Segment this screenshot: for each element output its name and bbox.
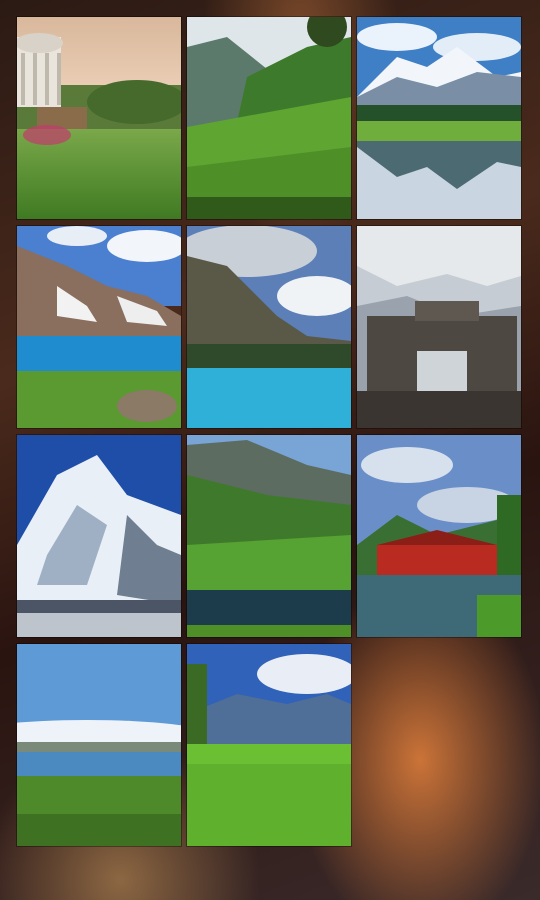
photo-tile-stone-gate-snow[interactable]	[357, 226, 521, 428]
photo-red-pagoda-lake	[357, 435, 521, 637]
photo-green-meadow-mountains	[187, 644, 351, 846]
photo-tile-red-pagoda-lake[interactable]	[357, 435, 521, 637]
photo-tile-mountain-lake[interactable]	[17, 226, 181, 428]
photo-tile-green-meadow-mountains[interactable]	[187, 644, 351, 846]
photo-tile-green-valley[interactable]	[187, 17, 351, 219]
photo-tile-green-hills-lake[interactable]	[187, 435, 351, 637]
photo-green-hills-lake	[187, 435, 351, 637]
photo-tile-snow-peak-lake-reflection[interactable]	[357, 17, 521, 219]
photo-mountain-lake	[17, 226, 181, 428]
photo-tile-blue-lake-meadow[interactable]	[17, 644, 181, 846]
photo-stone-gate-snow	[357, 226, 521, 428]
photo-tile-snow-peak[interactable]	[17, 435, 181, 637]
photo-grid	[0, 0, 540, 900]
photo-turquoise-lake-clouds	[187, 226, 351, 428]
photo-green-valley	[187, 17, 351, 219]
photo-snow-peak	[17, 435, 181, 637]
photo-snow-peak-lake-reflection	[357, 17, 521, 219]
photo-blue-lake-meadow	[17, 644, 181, 846]
photo-tile-garden-pavilion[interactable]	[17, 17, 181, 219]
photo-garden-pavilion	[17, 17, 181, 219]
photo-tile-turquoise-lake-clouds[interactable]	[187, 226, 351, 428]
